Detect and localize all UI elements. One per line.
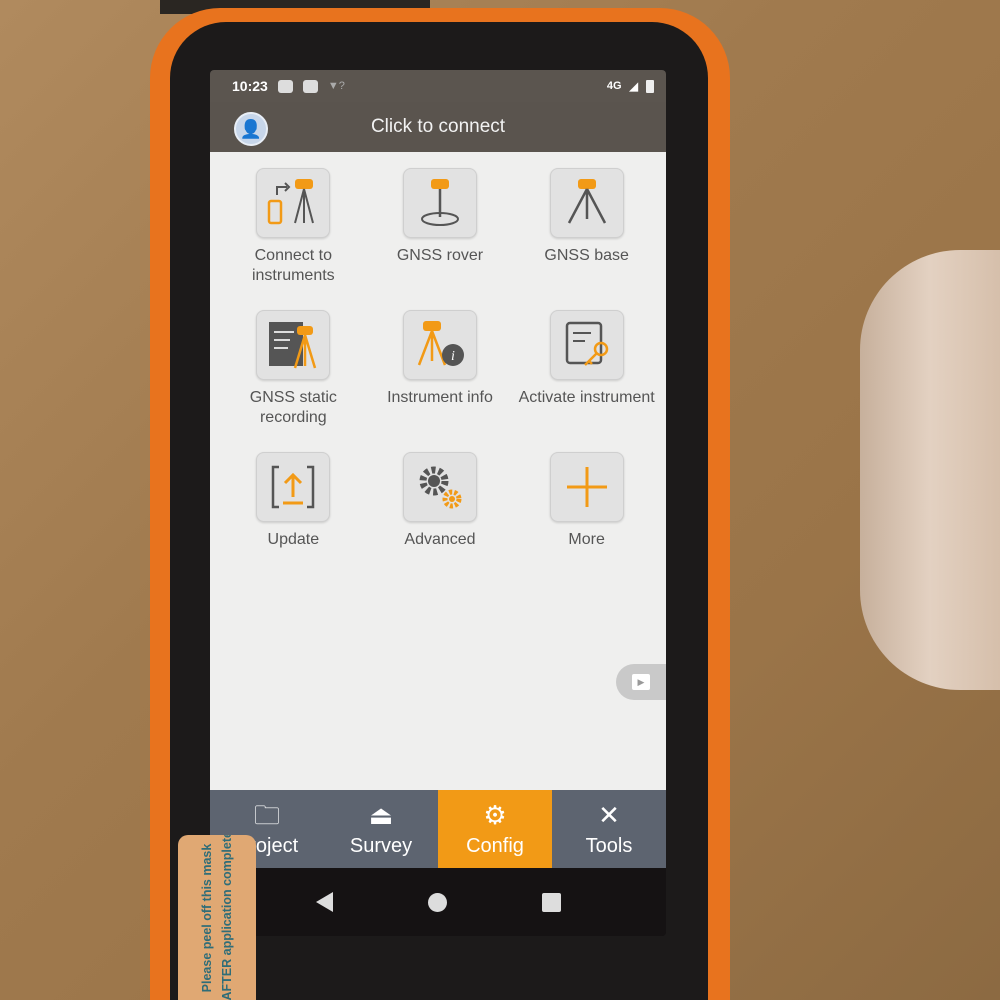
menu-connect-instruments[interactable]: Connect to instruments <box>220 168 367 288</box>
home-icon[interactable] <box>427 892 447 912</box>
menu-instrument-info[interactable]: i Instrument info <box>367 310 514 430</box>
menu-more[interactable]: More <box>513 452 660 572</box>
config-menu: Connect to instruments GNSS rover GNSS b… <box>210 152 666 790</box>
tab-config[interactable]: ⚙ Config <box>438 790 552 868</box>
finger <box>860 250 1000 690</box>
menu-activate-instrument[interactable]: Activate instrument <box>513 310 660 430</box>
status-time: 10:23 <box>232 78 268 94</box>
header-title[interactable]: Click to connect <box>371 116 505 138</box>
activate-key-icon <box>549 310 624 380</box>
menu-advanced[interactable]: Advanced <box>367 452 514 572</box>
plus-icon <box>549 452 624 522</box>
phone-screen: 10:23 ▼? 4G ◢ 👤 Click to connect Connect… <box>210 70 666 936</box>
avatar[interactable]: 👤 <box>234 112 268 146</box>
menu-gnss-rover[interactable]: GNSS rover <box>367 168 514 288</box>
gears-icon <box>402 452 477 522</box>
folder-icon: 🗀 <box>253 799 280 830</box>
update-icon <box>256 452 331 522</box>
bottom-tab-bar: 🗀 Project ⏏ Survey ⚙ Config ✕ Tools <box>210 790 666 868</box>
back-icon[interactable] <box>315 892 333 912</box>
message-icon <box>277 79 293 93</box>
network-label: 4G <box>606 80 622 92</box>
menu-update[interactable]: Update <box>220 452 367 572</box>
android-nav-bar <box>210 868 666 936</box>
static-recording-icon <box>256 310 331 380</box>
tab-tools[interactable]: ✕ Tools <box>552 790 666 868</box>
menu-gnss-static-recording[interactable]: GNSS static recording <box>220 310 367 430</box>
survey-icon: ⏏ <box>368 799 394 830</box>
gnss-rover-icon <box>402 168 477 238</box>
menu-gnss-base[interactable]: GNSS base <box>513 168 660 288</box>
connect-header[interactable]: 👤 Click to connect <box>210 102 666 152</box>
gear-icon: ⚙ <box>483 799 507 830</box>
play-icon: ▶ <box>632 674 650 690</box>
recents-icon[interactable] <box>541 892 561 912</box>
instrument-info-icon: i <box>402 310 477 380</box>
gnss-base-icon <box>549 168 624 238</box>
connect-instruments-icon <box>256 168 331 238</box>
status-bar: 10:23 ▼? 4G ◢ <box>210 70 666 102</box>
notification-icon <box>302 79 318 93</box>
tab-survey[interactable]: ⏏ Survey <box>324 790 438 868</box>
signal-icon: ◢ <box>629 80 638 93</box>
battery-icon <box>646 79 654 93</box>
wifi-icon: ▼? <box>327 80 345 92</box>
svg-text:i: i <box>451 349 455 364</box>
protective-film-sticker: Please peel off this mask AFTER applicat… <box>178 835 256 1000</box>
floating-play-button[interactable]: ▶ <box>616 664 666 700</box>
tools-icon: ✕ <box>598 799 620 830</box>
